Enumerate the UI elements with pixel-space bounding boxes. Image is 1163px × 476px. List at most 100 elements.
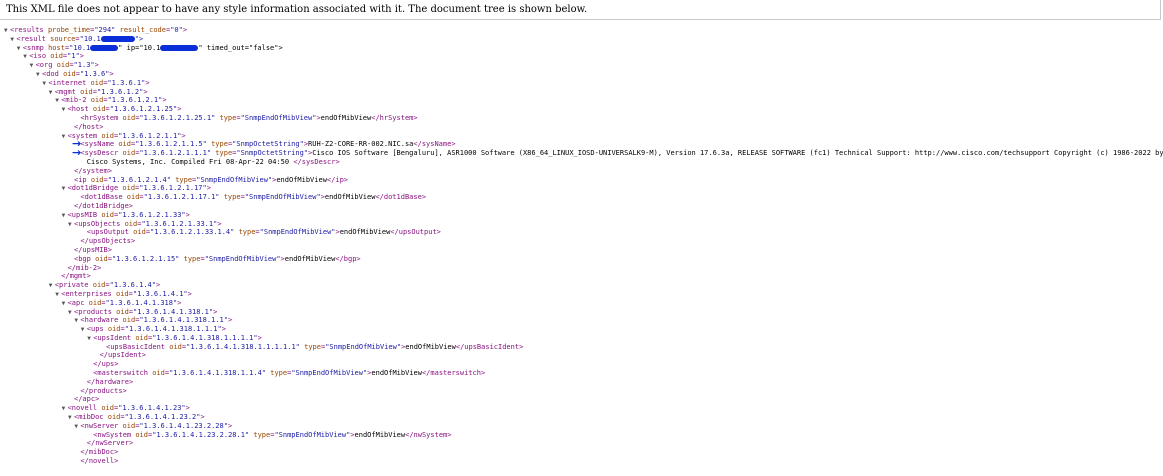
xml-line-content: <ups oid="1.3.6.1.4.1.318.1.1.1"> bbox=[86, 325, 226, 334]
xml-line-content: </mgmt> bbox=[61, 272, 91, 281]
xml-line-content: <sysName oid="1.3.6.1.2.1.1.5" type="Snm… bbox=[80, 140, 456, 149]
xml-line-content: <hardware oid="1.3.6.1.4.1.318.1.1"> bbox=[80, 316, 233, 325]
xml-line-content: <upsBasicIdent oid="1.3.6.1.4.1.318.1.1.… bbox=[106, 342, 524, 351]
xml-line-content: <mib-2 oid="1.3.6.1.2.1"> bbox=[61, 96, 167, 105]
redaction-mark bbox=[90, 44, 119, 51]
xml-line: ▼ <upsObjects oid="1.3.6.1.2.1.33.1"> bbox=[0, 220, 1163, 229]
xml-line-content: <results probe_time="294" result_code="0… bbox=[10, 26, 188, 34]
xml-line-content: <dod oid="1.3.6"> bbox=[42, 69, 114, 78]
xml-line: <masterswitch oid="1.3.6.1.4.1.318.1.1.4… bbox=[0, 369, 1163, 378]
xml-line-content: <upsIdent oid="1.3.6.1.4.1.318.1.1.1.1"> bbox=[93, 333, 262, 342]
xml-line: ▼ <ups oid="1.3.6.1.4.1.318.1.1.1"> bbox=[0, 325, 1163, 334]
xml-line-content: </upsObjects> bbox=[80, 237, 136, 246]
xml-line: ▼ <dod oid="1.3.6"> bbox=[0, 70, 1163, 79]
xml-line-content: <products oid="1.3.6.1.4.1.318.1"> bbox=[74, 307, 218, 316]
xml-line-content: <novell oid="1.3.6.1.4.1.23"> bbox=[67, 404, 190, 413]
xml-line-content: </ups> bbox=[93, 360, 119, 369]
xml-line: ▼ <mib-2 oid="1.3.6.1.2.1"> bbox=[0, 96, 1163, 105]
xml-line-content: <bgp oid="1.3.6.1.2.1.15" type="SnmpEndO… bbox=[74, 254, 361, 263]
xml-line-content: <system oid="1.3.6.1.2.1.1"> bbox=[67, 131, 186, 140]
xml-line: <sysDescr oid="1.3.6.1.2.1.1.1" type="Sn… bbox=[0, 146, 1163, 160]
redaction-mark bbox=[160, 44, 199, 51]
xml-line-content: <mibDoc oid="1.3.6.1.4.1.23.2"> bbox=[74, 413, 205, 422]
xml-line: <hrSystem oid="1.3.6.1.2.1.25.1" type="S… bbox=[0, 114, 1163, 123]
xml-line-content: <host oid="1.3.6.1.2.1.25"> bbox=[67, 105, 182, 114]
xml-line-content: <nwServer oid="1.3.6.1.4.1.23.2.28"> bbox=[80, 421, 233, 430]
xml-line-content: <apc oid="1.3.6.1.4.1.318"> bbox=[67, 298, 182, 307]
xml-line: </products> bbox=[0, 387, 1163, 396]
xml-line-content: </mib-2> bbox=[67, 263, 102, 272]
xml-line-content: </dot1dBridge> bbox=[74, 201, 134, 210]
xml-line: ▼ <apc oid="1.3.6.1.4.1.318"> bbox=[0, 299, 1163, 308]
xml-line: ▼ <products oid="1.3.6.1.4.1.318.1"> bbox=[0, 308, 1163, 317]
xml-line: ▼ <novell oid="1.3.6.1.4.1.23"> bbox=[0, 404, 1163, 413]
xml-line-content: </mibDoc> bbox=[80, 448, 119, 457]
xml-line-content: </upsMIB> bbox=[74, 245, 112, 254]
xml-line-content: <ip oid="1.3.6.1.2.1.4" type="SnmpEndOfM… bbox=[74, 175, 348, 184]
xml-line: ▼ <enterprises oid="1.3.6.1.4.1"> bbox=[0, 290, 1163, 299]
xml-line: </upsIdent> bbox=[0, 351, 1163, 360]
xml-line: ▼ <hardware oid="1.3.6.1.4.1.318.1.1"> bbox=[0, 316, 1163, 325]
xml-line: ▼ <host oid="1.3.6.1.2.1.25"> bbox=[0, 105, 1163, 114]
xml-line: </hardware> bbox=[0, 378, 1163, 387]
xml-line: ▼ <result source="10.1 "> bbox=[0, 35, 1163, 44]
xml-line-content: </hardware> bbox=[86, 377, 134, 386]
xml-line-content: <upsOutput oid="1.3.6.1.2.1.33.1.4" type… bbox=[86, 228, 441, 237]
xml-line: <upsBasicIdent oid="1.3.6.1.4.1.318.1.1.… bbox=[0, 343, 1163, 352]
xml-line: </mgmt> bbox=[0, 272, 1163, 281]
xml-line-content: <sysDescr oid="1.3.6.1.2.1.1.1" type="Sn… bbox=[80, 149, 1163, 158]
xml-line: ▼ <results probe_time="294" result_code="… bbox=[0, 26, 1163, 35]
xml-line: ▼ <upsMIB oid="1.3.6.1.2.1.33"> bbox=[0, 211, 1163, 220]
xml-line-content: <masterswitch oid="1.3.6.1.4.1.318.1.1.4… bbox=[93, 369, 486, 378]
xml-line: </nwServer> bbox=[0, 439, 1163, 448]
xml-line-content: <hrSystem oid="1.3.6.1.2.1.25.1" type="S… bbox=[80, 113, 418, 122]
xml-line: </system> bbox=[0, 167, 1163, 176]
xml-line: </host> bbox=[0, 123, 1163, 132]
xml-line: ▼ <org oid="1.3"> bbox=[0, 61, 1163, 70]
xml-line: <bgp oid="1.3.6.1.2.1.15" type="SnmpEndO… bbox=[0, 255, 1163, 264]
xml-line: ▼ <snmp host="10.1 " ip="10.1 " timed_out="… bbox=[0, 44, 1163, 53]
xml-line-content: <upsMIB oid="1.3.6.1.2.1.33"> bbox=[67, 210, 190, 219]
xml-line-content: <nwSystem oid="1.3.6.1.4.1.23.2.28.1" ty… bbox=[93, 430, 452, 439]
xml-style-info-banner: This XML file does not appear to have an… bbox=[0, 0, 1161, 20]
xml-line: ▼ <iso oid="1"> bbox=[0, 52, 1163, 61]
xml-line-content: </products> bbox=[80, 386, 127, 395]
redaction-mark bbox=[100, 35, 135, 42]
snmp-ip-attr: " ip="10.1 bbox=[118, 43, 161, 52]
xml-line: <dot1dBase oid="1.3.6.1.2.1.17.1" type="… bbox=[0, 193, 1163, 202]
xml-line-content: </upsIdent> bbox=[99, 351, 146, 360]
xml-line-content: </system> bbox=[74, 166, 112, 175]
xml-line-content: <dot1dBridge oid="1.3.6.1.2.1.17"> bbox=[67, 184, 211, 193]
xml-document-tree: ▼ <results probe_time="294" result_code="… bbox=[0, 26, 1163, 466]
xml-line: ▼ <dot1dBridge oid="1.3.6.1.2.1.17"> bbox=[0, 184, 1163, 193]
xml-line: </upsObjects> bbox=[0, 237, 1163, 246]
xml-line: </mib-2> bbox=[0, 264, 1163, 273]
xml-line-content: </nwServer> bbox=[86, 439, 134, 448]
xml-line-content: </novell> bbox=[80, 457, 119, 466]
annotation-arrow-icon: → bbox=[72, 146, 82, 160]
xml-line: ▼ <system oid="1.3.6.1.2.1.1"> bbox=[0, 132, 1163, 141]
xml-line-content: </host> bbox=[74, 122, 104, 131]
xml-line-content: </apc> bbox=[74, 395, 100, 404]
xml-line-content: Cisco Systems, Inc. Compiled Fri 08-Apr-… bbox=[86, 157, 340, 166]
xml-line: <sysName oid="1.3.6.1.2.1.1.5" type="Snm… bbox=[0, 138, 1163, 149]
xml-line: </novell> bbox=[0, 457, 1163, 466]
xml-line: <ip oid="1.3.6.1.2.1.4" type="SnmpEndOfM… bbox=[0, 176, 1163, 185]
xml-line-content: <snmp host="10.1 bbox=[22, 43, 91, 52]
xml-line: ▼ <upsIdent oid="1.3.6.1.4.1.318.1.1.1.1"… bbox=[0, 334, 1163, 343]
xml-line: ▼ <mibDoc oid="1.3.6.1.4.1.23.2"> bbox=[0, 413, 1163, 422]
snmp-tail-attrs: " timed_out="false"> bbox=[198, 43, 283, 52]
attr-tail: "> bbox=[134, 34, 144, 43]
xml-line-content: <private oid="1.3.6.1.4"> bbox=[54, 281, 161, 290]
xml-line: </dot1dBridge> bbox=[0, 202, 1163, 211]
xml-line: <nwSystem oid="1.3.6.1.4.1.23.2.28.1" ty… bbox=[0, 431, 1163, 440]
xml-line: </apc> bbox=[0, 395, 1163, 404]
xml-line: </ups> bbox=[0, 360, 1163, 369]
xml-line-content: <upsObjects oid="1.3.6.1.2.1.33.1"> bbox=[74, 219, 222, 228]
xml-line: ▼ <mgmt oid="1.3.6.1.2"> bbox=[0, 88, 1163, 97]
xml-line: <upsOutput oid="1.3.6.1.2.1.33.1.4" type… bbox=[0, 228, 1163, 237]
xml-line: ▼ <nwServer oid="1.3.6.1.4.1.23.2.28"> bbox=[0, 422, 1163, 431]
xml-line: Cisco Systems, Inc. Compiled Fri 08-Apr-… bbox=[0, 158, 1163, 167]
xml-line: </upsMIB> bbox=[0, 246, 1163, 255]
xml-line: </mibDoc> bbox=[0, 448, 1163, 457]
